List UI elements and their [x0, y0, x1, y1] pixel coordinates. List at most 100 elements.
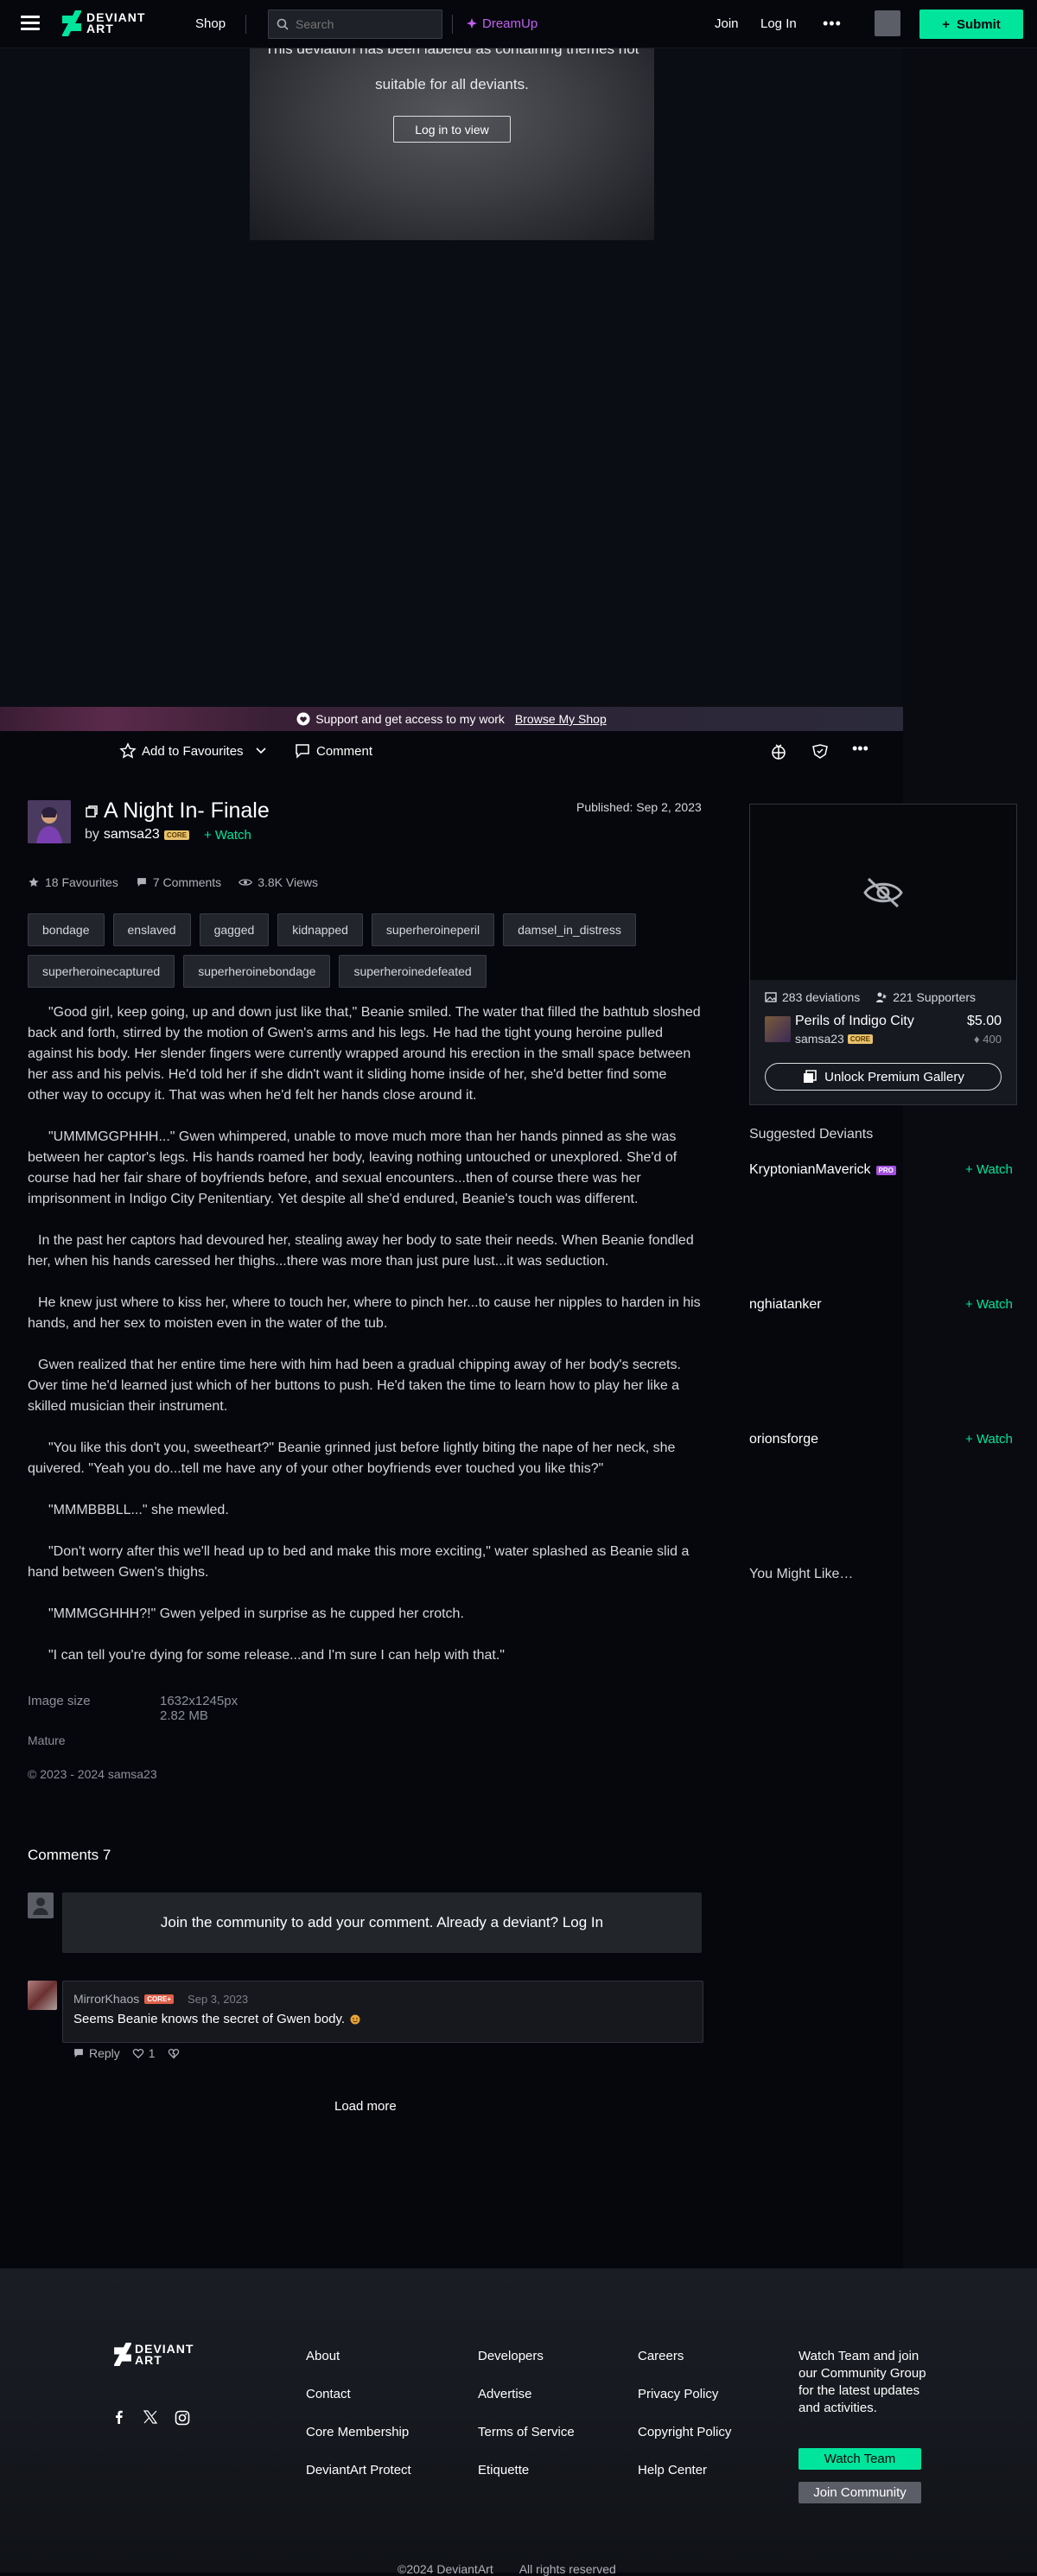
suggested-deviant-name[interactable]: nghiatanker [749, 1297, 822, 1313]
suggested-deviants-heading: Suggested Deviants [749, 1127, 874, 1142]
comment-card: MirrorKhaos CORE+ Sep 3, 2023 Seems Bean… [62, 1981, 703, 2043]
login-to-view-button[interactable]: Log in to view [393, 116, 511, 143]
comments-stat: 7 Comments [136, 875, 221, 889]
load-more-button[interactable]: Load more [334, 2099, 397, 2114]
tag-chip[interactable]: gagged [199, 913, 270, 946]
heart-icon [132, 2049, 144, 2059]
deviation-title: A Night In- Finale [85, 798, 270, 824]
author-link[interactable]: samsa23 [104, 827, 160, 843]
instagram-icon[interactable] [175, 2410, 190, 2426]
tag-chip[interactable]: superheroineperil [371, 913, 495, 946]
footer-link-terms[interactable]: Terms of Service [478, 2425, 575, 2439]
comment-header: MirrorKhaos CORE+ Sep 3, 2023 [73, 1992, 248, 2006]
avatar[interactable] [875, 10, 900, 36]
footer-logo[interactable]: DEVIANT ART [114, 2343, 194, 2366]
commenter-name[interactable]: MirrorKhaos [73, 1992, 139, 2006]
author-avatar[interactable] [28, 800, 71, 843]
footer-link-privacy[interactable]: Privacy Policy [638, 2387, 718, 2401]
unlock-premium-gallery-button[interactable]: Unlock Premium Gallery [765, 1063, 1002, 1091]
premium-gallery-info: 283 deviations 221 Supporters Perils of … [750, 980, 1016, 1104]
dislike-button[interactable] [168, 2047, 180, 2059]
comment-date[interactable]: Sep 3, 2023 [188, 1993, 248, 2006]
deviantart-logo[interactable]: DEVIANT ART [62, 10, 145, 36]
story-text: "Good girl, keep going, up and down just… [28, 1002, 702, 1687]
dreamup-link[interactable]: DreamUp [465, 16, 538, 31]
dreamup-label: DreamUp [482, 16, 538, 31]
search-icon [277, 18, 289, 30]
copyright-text: © 2023 - 2024 samsa23 [28, 1767, 157, 1781]
premium-price: $5.00 [966, 1014, 1002, 1028]
suggested-deviant-name[interactable]: KryptonianMaverick PRO [749, 1162, 896, 1178]
tag-chip[interactable]: superheroinebondage [183, 955, 331, 988]
watch-suggested-button[interactable]: + Watch [965, 1162, 1013, 1177]
tag-chip[interactable]: superheroinedefeated [339, 955, 487, 988]
search-input[interactable] [294, 16, 436, 32]
tag-chip[interactable]: enslaved [112, 913, 191, 946]
watch-suggested-button[interactable]: + Watch [965, 1432, 1013, 1447]
browse-shop-link[interactable]: Browse My Shop [515, 712, 607, 726]
add-to-favourites-label: Add to Favourites [142, 743, 244, 759]
core-badge: CORE [847, 1034, 873, 1044]
watch-author-button[interactable]: + Watch [204, 828, 251, 843]
tag-chip[interactable]: damsel_in_distress [503, 913, 636, 946]
x-twitter-icon[interactable] [143, 2410, 157, 2424]
footer-link-core-membership[interactable]: Core Membership [306, 2425, 409, 2439]
add-to-favourites-button[interactable]: Add to Favourites [119, 742, 244, 760]
footer-link-copyright[interactable]: Copyright Policy [638, 2425, 731, 2439]
join-community-prompt[interactable]: Join the community to add your comment. … [62, 1892, 702, 1953]
badge-icon[interactable] [811, 742, 830, 761]
action-bar: Add to Favourites Comment ••• [0, 731, 903, 773]
star-icon [29, 877, 39, 887]
reply-button[interactable]: Reply [73, 2046, 120, 2060]
footer-link-etiquette[interactable]: Etiquette [478, 2463, 529, 2477]
footer-link-help[interactable]: Help Center [638, 2463, 707, 2477]
gift-icon[interactable] [769, 742, 788, 761]
by-label: by [85, 827, 99, 842]
image-size-value: 1632x1245px 2.82 MB [160, 1694, 239, 1723]
watch-label: Watch [214, 827, 251, 843]
footer-link-contact[interactable]: Contact [306, 2387, 351, 2401]
comment-actions: Reply 1 [73, 2046, 180, 2060]
more-actions-icon[interactable]: ••• [852, 740, 868, 758]
core-plus-badge: CORE+ [144, 1994, 175, 2004]
premium-gallery-title[interactable]: Perils of Indigo City [795, 1014, 914, 1029]
tag-chip[interactable]: kidnapped [277, 913, 363, 946]
tag-chip[interactable]: bondage [28, 913, 105, 946]
nav-shop-link[interactable]: Shop [195, 16, 226, 31]
watch-team-button[interactable]: Watch Team [798, 2448, 921, 2470]
site-footer: DEVIANT ART About Contact Core Membership… [0, 2268, 1037, 2576]
right-column-background [903, 48, 1037, 2268]
deviantart-logo-icon [62, 10, 81, 36]
footer-link-advertise[interactable]: Advertise [478, 2387, 532, 2401]
footer-link-protect[interactable]: DeviantArt Protect [306, 2463, 411, 2477]
premium-gallery-preview [750, 805, 1016, 980]
suggested-deviant-name[interactable]: orionsforge [749, 1432, 818, 1447]
comment-label: Comment [316, 743, 373, 759]
submit-button[interactable]: + Submit [919, 10, 1023, 39]
login-link[interactable]: Log In [760, 16, 797, 31]
commenter-avatar[interactable] [28, 1981, 57, 2010]
join-link[interactable]: Join [715, 16, 739, 31]
join-community-button[interactable]: Join Community [798, 2482, 921, 2503]
facebook-icon[interactable] [112, 2410, 126, 2424]
comment-button[interactable]: Comment [294, 742, 372, 760]
eye-slash-icon [863, 877, 903, 907]
hamburger-menu-icon[interactable] [21, 16, 40, 31]
image-size-label: Image size [28, 1694, 91, 1708]
search-box[interactable] [268, 10, 442, 39]
footer-link-developers[interactable]: Developers [478, 2349, 544, 2363]
like-button[interactable]: 1 [132, 2046, 156, 2060]
chevron-down-icon[interactable] [254, 743, 268, 757]
watch-suggested-button[interactable]: + Watch [965, 1297, 1013, 1312]
story-paragraph: "Don't worry after this we'll head up to… [28, 1544, 690, 1580]
support-banner: Support and get access to my work Browse… [0, 707, 903, 731]
footer-link-careers[interactable]: Careers [638, 2349, 684, 2363]
dreamup-sparkle-icon [467, 17, 477, 29]
tag-chip[interactable]: superheroinecaptured [28, 955, 175, 988]
footer-link-about[interactable]: About [306, 2349, 340, 2363]
story-paragraph: "UMMMGGPHHH..." Gwen whimpered, unable t… [28, 1129, 678, 1206]
default-user-icon [33, 1898, 48, 1915]
more-options-icon[interactable]: ••• [823, 15, 842, 33]
views-stat: 3.8K Views [239, 875, 318, 889]
story-paragraph: In the past her captors had devoured her… [28, 1233, 694, 1269]
